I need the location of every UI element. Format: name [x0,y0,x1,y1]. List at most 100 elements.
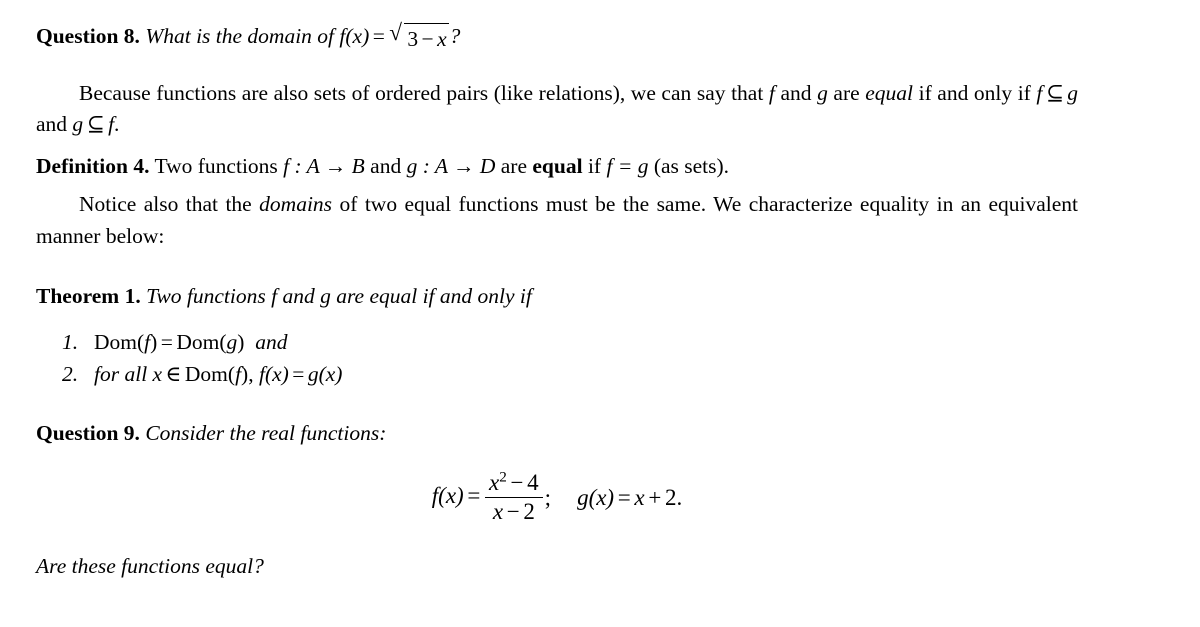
condition-1-trailing-and: and [255,330,288,355]
equation-f-definition: f(x) = x2−4 x −2; [431,468,552,526]
square-root-expression: √ 3− x [389,19,449,54]
question-8-question-mark: ? [449,24,461,48]
display-equation: f(x) = x2−4 x −2; g(x) = x +2. [36,468,1078,526]
denominator-minus: − [506,499,520,525]
radical-sign-icon: √ [389,19,403,46]
dom-operator-1: Dom [94,330,137,355]
radicand-variable: x [437,26,447,51]
paragraph-1-emph-equal: equal [865,80,914,105]
paragraph-2-part-1: Notice also that the [79,192,252,217]
paragraph-1-g2: g [1067,80,1079,105]
question-9-label: Question 9. [36,420,140,445]
definition-4-bold-equal: equal [532,154,583,179]
document-content: Question 8. What is the domain of f(x) = √… [36,19,1078,581]
paren-open-3: ( [227,362,236,387]
equation-fx: f(x) [431,483,464,509]
radicand-constant: 3 [407,26,419,51]
fraction-numerator: x2−4 [485,468,543,499]
theorem-condition-1-number: 1. [62,330,79,355]
denominator-variable: x [492,499,504,525]
paragraph-1-var-g: g [817,80,828,105]
paragraph-1-part-4: and [36,111,68,136]
document-page: Question 8. What is the domain of f(x) = √… [0,0,1200,627]
question-9-heading: Question 9. Consider the real functions: [36,419,1078,448]
definition-4-eq-fg: f = g [606,154,649,179]
condition-2-comma: , [248,362,254,387]
numerator-constant: 4 [527,469,539,495]
theorem-1-conditions: 1. Dom(f) = Dom(g) and 2. for all x ∈ Dom(f), … [36,329,1078,389]
dom-argument-g: g [226,330,238,355]
dom-operator-3: Dom [184,362,228,387]
definition-4-and: and [370,154,402,179]
paragraph-1-and: and [780,80,812,105]
question-8-label: Question 8. [36,24,140,48]
paragraph-ordered-pairs: Because functions are also sets of order… [36,78,1078,141]
paragraph-1-part-1: Because functions are also sets of order… [79,80,764,105]
subset-symbol-1: ⊆ [1045,80,1064,105]
equation-equals-2: = [617,484,631,510]
closing-question-text: Are these functions equal? [36,553,264,578]
question-8-equals: = [372,24,385,48]
definition-4-text-2: are [500,154,528,179]
theorem-1-statement: Two functions f and g are equal if and o… [146,284,532,309]
paragraph-1-period: . [114,111,120,136]
numerator-base: x [489,469,500,495]
theorem-condition-2: 2. for all x ∈ Dom(f), f(x) = g(x) [36,361,1078,389]
question-9-text: Consider the real functions: [145,420,387,445]
subset-symbol-2: ⊆ [86,111,105,136]
definition-4-text-1: Two functions [154,154,278,179]
definition-4-f-map: f : A → B [283,154,365,179]
condition-1-equals: = [160,330,173,355]
definition-4-heading: Definition 4. Two functions f : A → B an… [36,152,1078,181]
theorem-1-heading: Theorem 1. Two functions f and g are equ… [36,282,1078,311]
paragraph-1-part-3: if and only if [918,80,1031,105]
theorem-condition-1: 1. Dom(f) = Dom(g) and [36,329,1078,357]
condition-2-fx: f(x) [258,362,289,387]
numerator-minus: − [510,469,524,495]
definition-4-text-3: if [587,154,602,179]
equation-semicolon: ; [544,484,552,510]
paragraph-1-g3: g [72,111,84,136]
paragraph-2-emph-domains: domains [259,192,333,217]
condition-2-for-all: for all [94,362,148,387]
radicand: 3− x [404,22,449,54]
fraction: x2−4 x −2 [485,468,543,526]
theorem-1-label: Theorem 1. [36,284,141,309]
radicand-minus: − [421,26,434,51]
element-of-symbol: ∈ [165,362,182,387]
condition-2-gx: g(x) [307,362,343,387]
equation-rhs-plus: + [648,484,662,510]
paragraph-1-part-2: are [833,80,860,105]
question-8-text: What is the domain of [145,24,335,48]
paren-open-2: ( [219,330,227,355]
paragraph-1-var-f: f [768,80,775,105]
equation-rhs-variable: x [634,484,645,510]
equation-rhs-constant: 2 [664,484,677,510]
paragraph-domains: Notice also that the domains of two equa… [36,189,1078,252]
equation-equals-1: = [467,483,481,509]
equation-rhs-period: . [676,484,683,510]
definition-4-text-4: (as sets). [653,154,730,179]
question-8-fx: f(x) [339,24,370,48]
definition-4-label: Definition 4. [36,154,150,179]
equation-g-definition: g(x) = x +2. [577,485,682,511]
denominator-constant: 2 [523,499,535,525]
definition-4-g-map: g : A → D [406,154,496,179]
paren-close-2: ) [237,330,245,355]
equation-gx: g(x) [577,484,615,510]
fraction-denominator: x −2 [485,498,543,525]
question-8-heading: Question 8. What is the domain of f(x) = √… [36,19,1078,54]
numerator-exponent: 2 [499,468,507,486]
dom-operator-2: Dom [176,330,220,355]
condition-2-equals: = [292,362,305,387]
theorem-condition-2-number: 2. [62,362,79,387]
closing-question: Are these functions equal? [36,552,1078,581]
